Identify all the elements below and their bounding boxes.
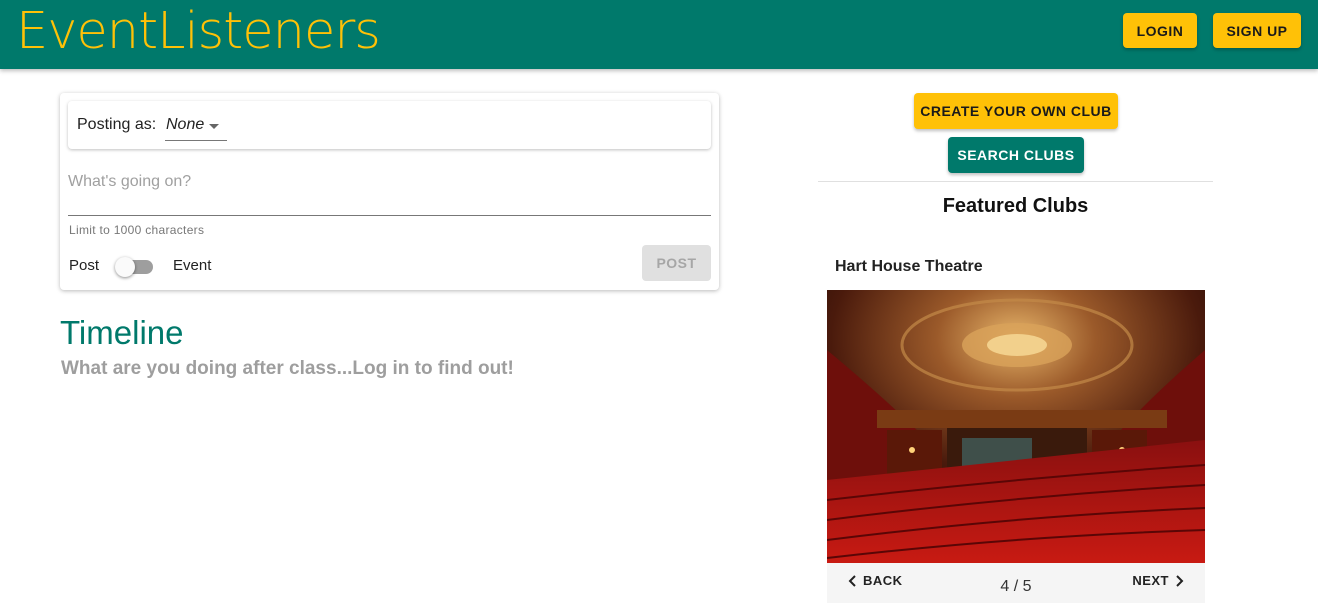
post-composer-card: Posting as: None Limit to 1000 character…: [60, 93, 719, 290]
login-button[interactable]: LOGIN: [1123, 13, 1197, 48]
post-event-toggle[interactable]: [115, 255, 155, 277]
create-club-button[interactable]: CREATE YOUR OWN CLUB: [914, 93, 1118, 129]
timeline-title: Timeline: [60, 314, 184, 351]
dropdown-caret-icon: [209, 124, 219, 129]
next-button[interactable]: NEXT: [1132, 573, 1185, 588]
divider: [818, 181, 1213, 182]
toggle-event-label: Event: [173, 257, 212, 274]
featured-clubs-heading: Featured Clubs: [942, 195, 1089, 217]
character-limit-helper: Limit to 1000 characters: [69, 223, 205, 237]
timeline-subtitle: What are you doing after class...Log in …: [61, 358, 514, 379]
theatre-image-icon: [827, 290, 1205, 563]
brand-logo[interactable]: EventListeners: [16, 2, 381, 62]
featured-club-name: Hart House Theatre: [835, 258, 983, 275]
posting-as-value: None: [166, 116, 205, 133]
toggle-post-label: Post: [69, 257, 100, 274]
posting-as-select[interactable]: None: [165, 109, 227, 141]
post-button[interactable]: POST: [642, 245, 711, 281]
posting-as-label: Posting as:: [77, 116, 157, 133]
search-clubs-button[interactable]: SEARCH CLUBS: [948, 137, 1084, 173]
next-label: NEXT: [1132, 573, 1169, 588]
app-bar: EventListeners LOGIN SIGN UP: [0, 0, 1318, 69]
posting-as-bar: Posting as: None: [68, 101, 711, 149]
carousel-stepper: BACK 4 / 5 NEXT: [827, 563, 1205, 603]
post-text-input[interactable]: [68, 165, 711, 216]
chevron-right-icon: [1176, 574, 1184, 587]
featured-club-image: [827, 290, 1205, 563]
toggle-thumb: [115, 257, 135, 277]
sign-up-button[interactable]: SIGN UP: [1213, 13, 1301, 48]
